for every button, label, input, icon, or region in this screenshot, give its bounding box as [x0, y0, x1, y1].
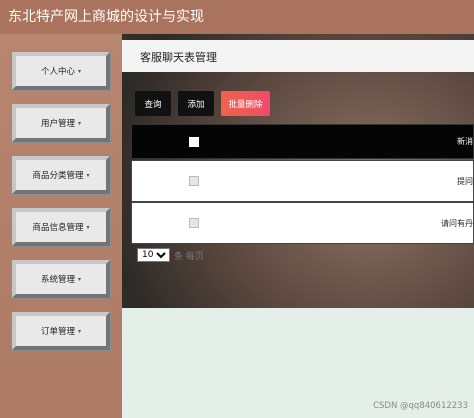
sidebar-item-order-management[interactable]: 订单管理 ▾	[12, 312, 110, 350]
page-header: 客服聊天表管理	[122, 40, 474, 72]
add-button[interactable]: 添加	[178, 91, 214, 116]
sidebar-item-user-management[interactable]: 用户管理 ▾	[12, 104, 110, 142]
select-all-checkbox[interactable]	[189, 137, 199, 147]
table-row: 请问有丹	[131, 202, 474, 244]
chevron-down-icon: ▾	[78, 327, 82, 335]
sidebar-item-label: 订单管理	[40, 327, 75, 337]
sidebar-item-category-management[interactable]: 商品分类管理 ▾	[12, 156, 110, 194]
app-title: 东北特产网上商城的设计与实现	[8, 9, 204, 25]
query-button[interactable]: 查询	[135, 91, 171, 116]
sidebar: 个人中心 ▾ 用户管理 ▾ 商品分类管理 ▾ 商品信息管理 ▾ 系统管理 ▾ 订…	[0, 34, 122, 418]
table-header: 新消	[131, 124, 474, 159]
page-title: 客服聊天表管理	[140, 51, 217, 64]
chevron-down-icon: ▾	[78, 119, 82, 127]
page-size-suffix: 条 每页	[174, 251, 204, 262]
sidebar-item-label: 商品分类管理	[32, 171, 84, 181]
message-cell: 提问	[457, 177, 473, 186]
sidebar-item-personal-center[interactable]: 个人中心 ▾	[12, 52, 110, 90]
watermark-text: CSDN @qq840612233	[373, 401, 468, 411]
chevron-down-icon: ▾	[78, 67, 82, 75]
sidebar-item-product-management[interactable]: 商品信息管理 ▾	[12, 208, 110, 246]
pagination: 10 条 每页	[137, 248, 204, 262]
sidebar-item-system-management[interactable]: 系统管理 ▾	[12, 260, 110, 298]
chevron-down-icon: ▾	[86, 171, 90, 179]
page-size-select[interactable]: 10	[137, 248, 170, 262]
batch-delete-button[interactable]: 批量删除	[221, 91, 270, 116]
sidebar-item-label: 商品信息管理	[32, 223, 84, 233]
row-checkbox[interactable]	[189, 176, 199, 186]
top-bar: 东北特产网上商城的设计与实现	[0, 0, 474, 34]
sidebar-item-label: 用户管理	[40, 119, 75, 129]
sidebar-item-label: 系统管理	[40, 275, 75, 285]
chevron-down-icon: ▾	[78, 275, 82, 283]
table-row: 提问	[131, 160, 474, 202]
row-checkbox[interactable]	[189, 218, 199, 228]
message-cell: 请问有丹	[441, 219, 473, 228]
column-header-message: 新消	[457, 137, 473, 146]
sidebar-item-label: 个人中心	[40, 67, 75, 77]
chevron-down-icon: ▾	[86, 223, 90, 231]
